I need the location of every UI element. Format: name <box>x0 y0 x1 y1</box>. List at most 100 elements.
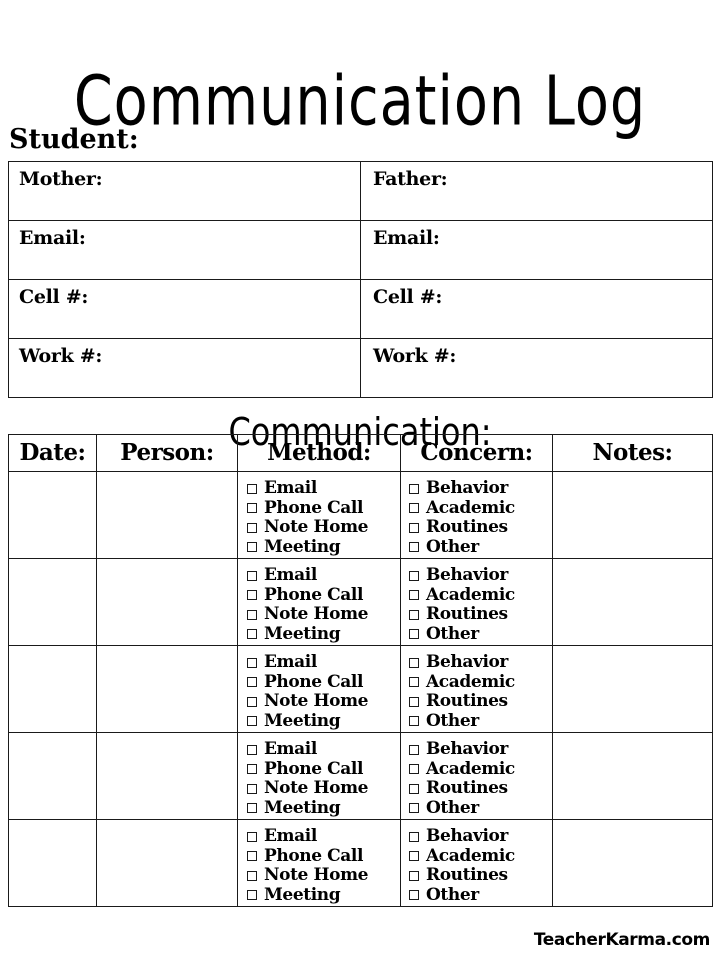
contact-field-right[interactable]: Work #: <box>360 338 713 398</box>
method-option[interactable]: Note Home <box>247 778 400 799</box>
method-option[interactable]: Phone Call <box>247 846 400 867</box>
checkbox-icon[interactable] <box>247 764 257 775</box>
method-option[interactable]: Email <box>247 652 400 673</box>
person-entry-cell[interactable] <box>96 558 238 646</box>
checkbox-icon[interactable] <box>409 744 419 755</box>
checkbox-icon[interactable] <box>247 890 257 901</box>
checkbox-icon[interactable] <box>247 542 257 553</box>
concern-option[interactable]: Routines <box>409 865 552 886</box>
concern-option[interactable]: Behavior <box>409 826 552 847</box>
checkbox-icon[interactable] <box>247 609 257 620</box>
notes-entry-cell[interactable] <box>552 645 713 733</box>
concern-option[interactable]: Other <box>409 885 552 906</box>
checkbox-icon[interactable] <box>409 590 419 601</box>
method-option[interactable]: Meeting <box>247 885 400 906</box>
checkbox-icon[interactable] <box>409 542 419 553</box>
concern-option[interactable]: Routines <box>409 691 552 712</box>
method-option[interactable]: Email <box>247 739 400 760</box>
method-option[interactable]: Note Home <box>247 517 400 538</box>
concern-option[interactable]: Other <box>409 711 552 732</box>
method-option[interactable]: Email <box>247 826 400 847</box>
checkbox-icon[interactable] <box>247 716 257 727</box>
checkbox-icon[interactable] <box>409 783 419 794</box>
checkbox-icon[interactable] <box>409 522 419 533</box>
contact-field-left[interactable]: Email: <box>8 220 361 280</box>
method-option[interactable]: Note Home <box>247 865 400 886</box>
checkbox-icon[interactable] <box>409 831 419 842</box>
person-entry-cell[interactable] <box>96 645 238 733</box>
concern-option[interactable]: Academic <box>409 759 552 780</box>
method-option[interactable]: Phone Call <box>247 672 400 693</box>
checkbox-icon[interactable] <box>247 483 257 494</box>
checkbox-icon[interactable] <box>247 629 257 640</box>
checkbox-icon[interactable] <box>247 590 257 601</box>
person-entry-cell[interactable] <box>96 732 238 820</box>
concern-option[interactable]: Other <box>409 537 552 558</box>
date-entry-cell[interactable] <box>8 732 97 820</box>
notes-entry-cell[interactable] <box>552 819 713 907</box>
method-option[interactable]: Note Home <box>247 604 400 625</box>
concern-option[interactable]: Routines <box>409 778 552 799</box>
checkbox-icon[interactable] <box>247 851 257 862</box>
method-option[interactable]: Note Home <box>247 691 400 712</box>
checkbox-icon[interactable] <box>409 764 419 775</box>
checkbox-icon[interactable] <box>409 803 419 814</box>
checkbox-icon[interactable] <box>409 483 419 494</box>
concern-option[interactable]: Academic <box>409 672 552 693</box>
concern-option[interactable]: Academic <box>409 846 552 867</box>
checkbox-icon[interactable] <box>409 609 419 620</box>
concern-option[interactable]: Routines <box>409 517 552 538</box>
concern-option[interactable]: Behavior <box>409 652 552 673</box>
checkbox-icon[interactable] <box>409 657 419 668</box>
checkbox-icon[interactable] <box>409 870 419 881</box>
checkbox-icon[interactable] <box>409 716 419 727</box>
date-entry-cell[interactable] <box>8 558 97 646</box>
concern-option[interactable]: Behavior <box>409 739 552 760</box>
method-option[interactable]: Meeting <box>247 624 400 645</box>
checkbox-icon[interactable] <box>409 570 419 581</box>
concern-option[interactable]: Academic <box>409 585 552 606</box>
checkbox-icon[interactable] <box>247 696 257 707</box>
checkbox-icon[interactable] <box>247 522 257 533</box>
checkbox-icon[interactable] <box>247 677 257 688</box>
contact-field-left[interactable]: Cell #: <box>8 279 361 339</box>
method-option[interactable]: Phone Call <box>247 759 400 780</box>
checkbox-icon[interactable] <box>247 831 257 842</box>
concern-option[interactable]: Routines <box>409 604 552 625</box>
checkbox-icon[interactable] <box>409 629 419 640</box>
person-entry-cell[interactable] <box>96 819 238 907</box>
contact-field-left[interactable]: Work #: <box>8 338 361 398</box>
contact-field-right[interactable]: Email: <box>360 220 713 280</box>
checkbox-icon[interactable] <box>247 744 257 755</box>
method-option[interactable]: Meeting <box>247 798 400 819</box>
contact-field-right[interactable]: Father: <box>360 161 713 221</box>
notes-entry-cell[interactable] <box>552 732 713 820</box>
date-entry-cell[interactable] <box>8 819 97 907</box>
checkbox-icon[interactable] <box>409 696 419 707</box>
notes-entry-cell[interactable] <box>552 471 713 559</box>
concern-option[interactable]: Behavior <box>409 565 552 586</box>
concern-option[interactable]: Other <box>409 624 552 645</box>
checkbox-icon[interactable] <box>409 677 419 688</box>
checkbox-icon[interactable] <box>247 803 257 814</box>
method-option[interactable]: Email <box>247 478 400 499</box>
method-option[interactable]: Meeting <box>247 537 400 558</box>
method-option[interactable]: Email <box>247 565 400 586</box>
checkbox-icon[interactable] <box>247 870 257 881</box>
notes-entry-cell[interactable] <box>552 558 713 646</box>
person-entry-cell[interactable] <box>96 471 238 559</box>
method-option[interactable]: Phone Call <box>247 585 400 606</box>
checkbox-icon[interactable] <box>409 851 419 862</box>
concern-option[interactable]: Other <box>409 798 552 819</box>
checkbox-icon[interactable] <box>247 570 257 581</box>
checkbox-icon[interactable] <box>409 503 419 514</box>
concern-option[interactable]: Behavior <box>409 478 552 499</box>
contact-field-right[interactable]: Cell #: <box>360 279 713 339</box>
checkbox-icon[interactable] <box>247 657 257 668</box>
concern-option[interactable]: Academic <box>409 498 552 519</box>
contact-field-left[interactable]: Mother: <box>8 161 361 221</box>
method-option[interactable]: Phone Call <box>247 498 400 519</box>
checkbox-icon[interactable] <box>409 890 419 901</box>
checkbox-icon[interactable] <box>247 783 257 794</box>
date-entry-cell[interactable] <box>8 645 97 733</box>
